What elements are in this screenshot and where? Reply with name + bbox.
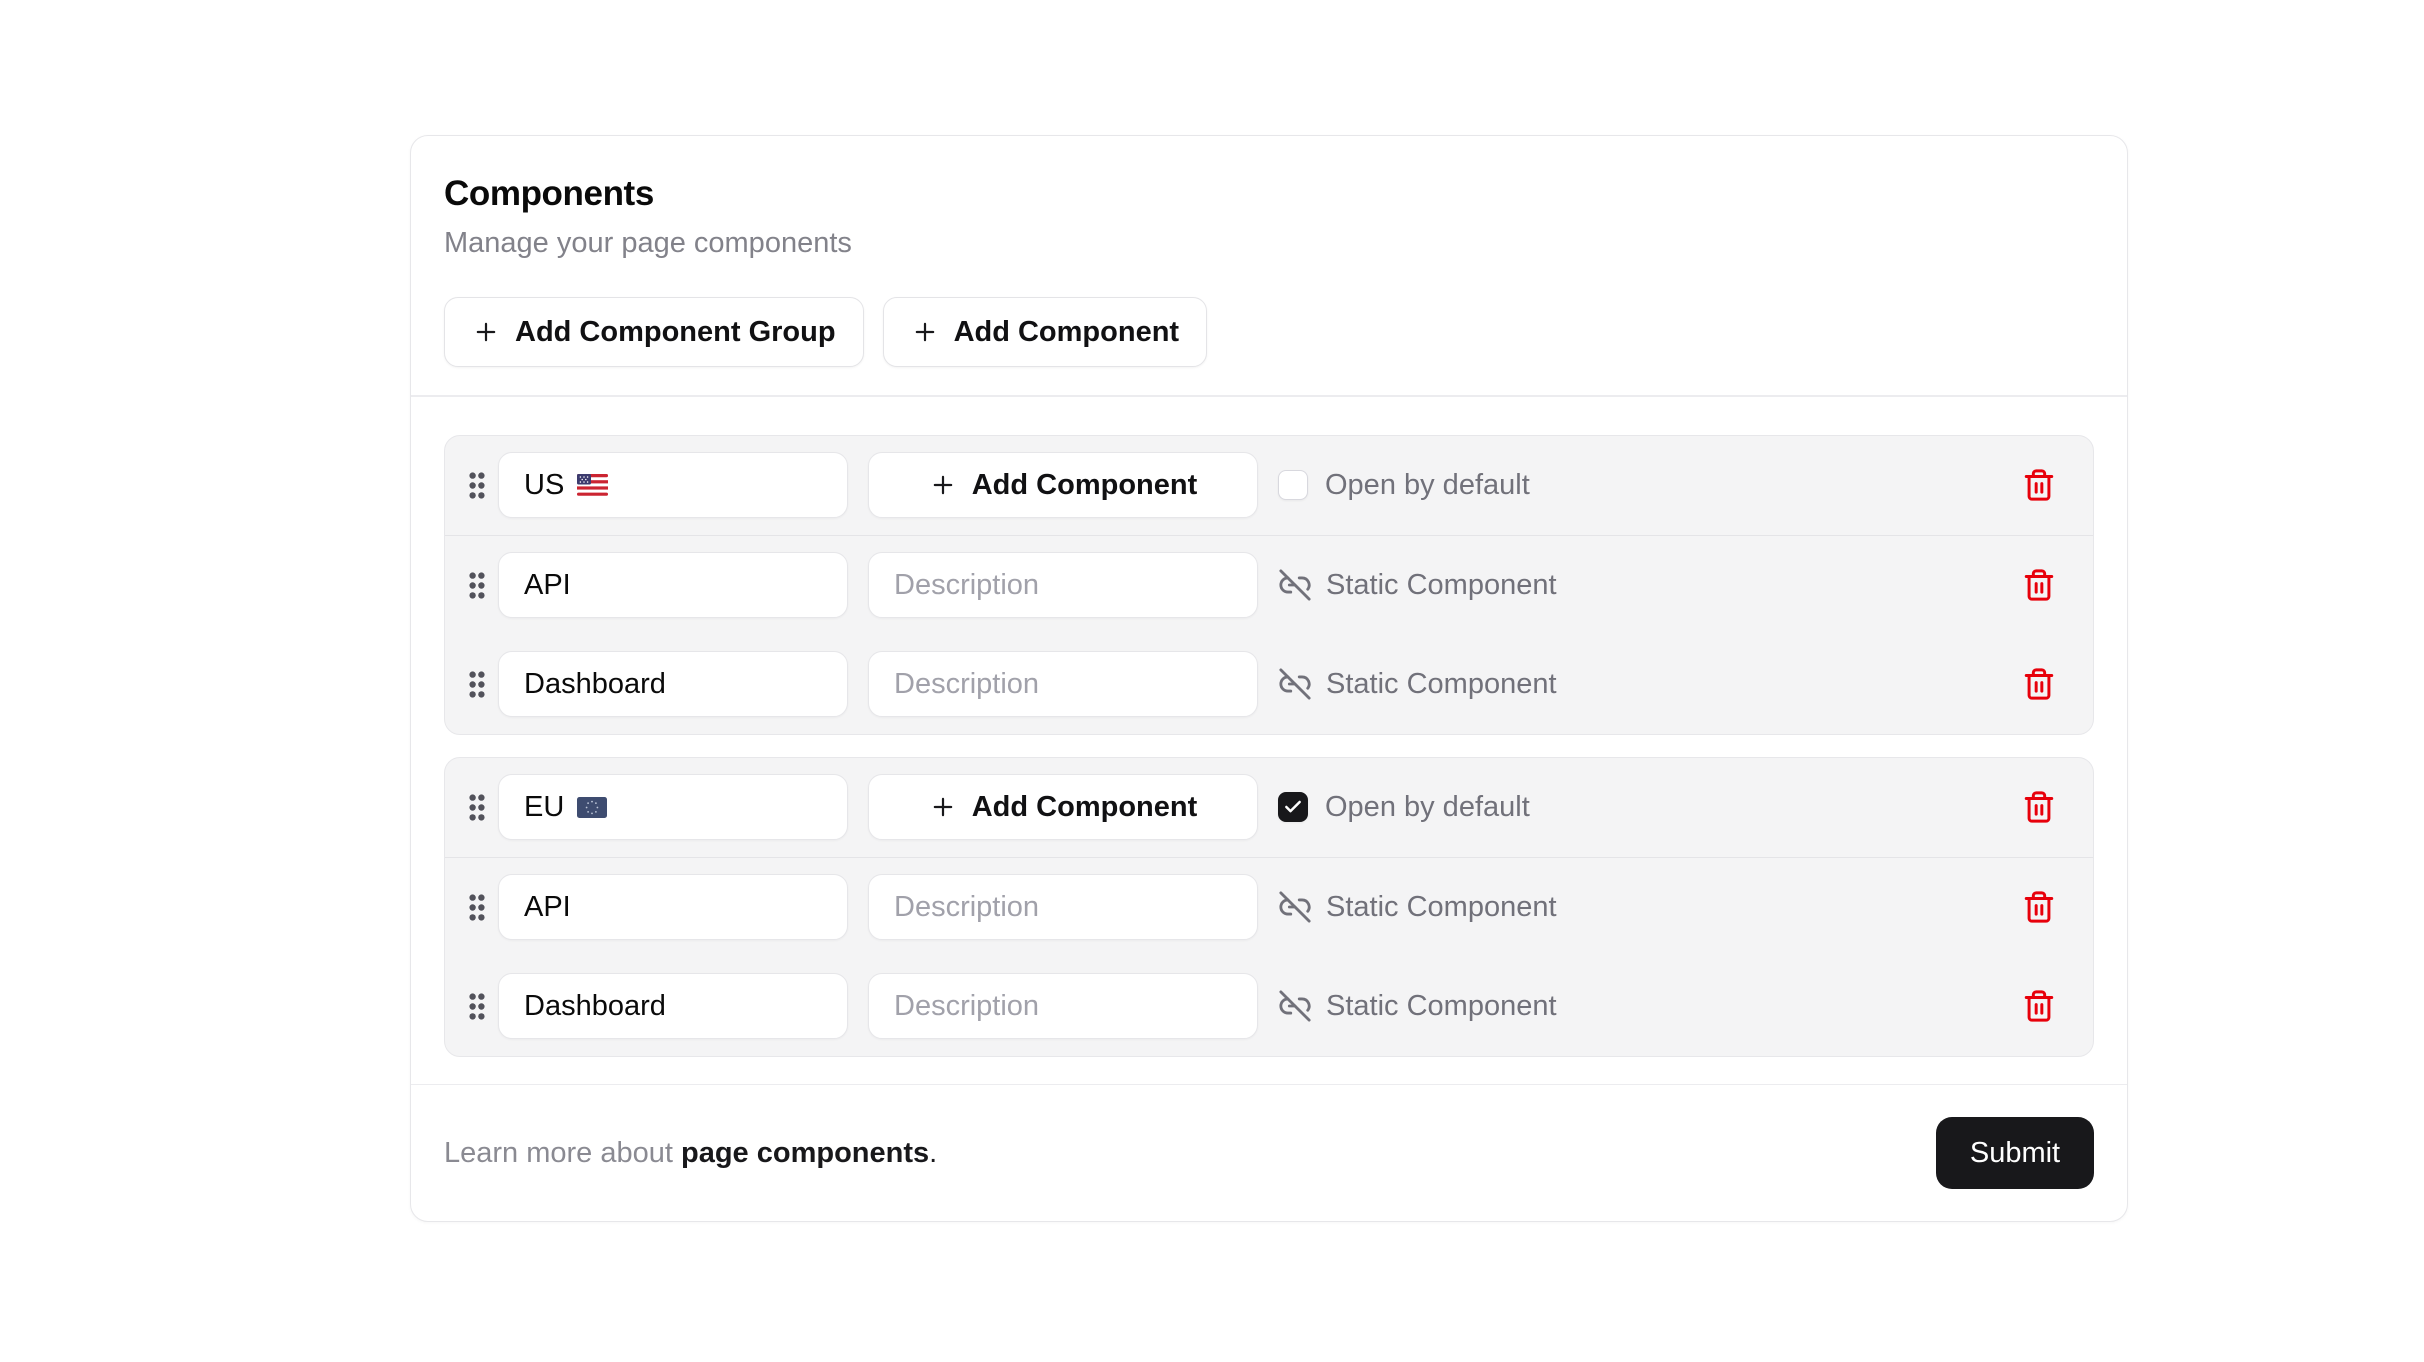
group-add-component-label: Add Component xyxy=(972,469,1198,502)
plus-icon xyxy=(929,471,957,499)
plus-icon xyxy=(911,318,939,346)
group-name-input[interactable]: US xyxy=(498,452,848,518)
card-header: Components Manage your page components A… xyxy=(411,136,2127,395)
group-add-component-label: Add Component xyxy=(972,791,1198,824)
page-subtitle: Manage your page components xyxy=(444,227,2094,260)
static-component-label: Static Component xyxy=(1326,668,1557,701)
component-row: Static Component xyxy=(445,858,2093,957)
component-description-input[interactable] xyxy=(868,651,1258,717)
static-component-field: Static Component xyxy=(1278,989,1557,1023)
drag-handle-icon[interactable] xyxy=(465,668,489,701)
link-off-icon xyxy=(1278,989,1312,1023)
add-component-button[interactable]: Add Component xyxy=(883,297,1208,367)
trash-icon xyxy=(2022,989,2056,1023)
component-description-input[interactable] xyxy=(868,973,1258,1039)
trash-icon xyxy=(2022,890,2056,924)
page-title: Components xyxy=(444,174,2094,214)
static-component-label: Static Component xyxy=(1326,990,1557,1023)
component-group-eu: EU Add Component Open by default xyxy=(444,757,2094,1057)
component-row: Static Component xyxy=(445,957,2093,1056)
learn-more-suffix: . xyxy=(929,1137,937,1169)
learn-more-prefix: Learn more about xyxy=(444,1137,681,1169)
trash-icon xyxy=(2022,790,2056,824)
link-off-icon xyxy=(1278,568,1312,602)
delete-component-button[interactable] xyxy=(2022,989,2056,1023)
plus-icon xyxy=(929,793,957,821)
group-header-row: US Add Component Open by default xyxy=(445,436,2093,536)
components-card: Components Manage your page components A… xyxy=(410,135,2128,1222)
group-add-component-button[interactable]: Add Component xyxy=(868,774,1258,840)
open-by-default-checkbox[interactable] xyxy=(1278,470,1308,500)
component-name-input[interactable] xyxy=(498,874,848,940)
delete-group-button[interactable] xyxy=(2022,790,2056,824)
open-by-default-field: Open by default xyxy=(1278,791,1530,824)
delete-component-button[interactable] xyxy=(2022,568,2056,602)
open-by-default-label: Open by default xyxy=(1325,791,1530,824)
page-components-link[interactable]: page components xyxy=(681,1137,929,1169)
trash-icon xyxy=(2022,568,2056,602)
group-add-component-button[interactable]: Add Component xyxy=(868,452,1258,518)
static-component-label: Static Component xyxy=(1326,891,1557,924)
card-footer: Learn more about page components. Submit xyxy=(411,1085,2127,1221)
group-name-value: US xyxy=(524,469,564,502)
learn-more-text: Learn more about page components. xyxy=(444,1137,937,1170)
submit-button[interactable]: Submit xyxy=(1936,1117,2094,1189)
drag-handle-icon[interactable] xyxy=(465,891,489,924)
static-component-label: Static Component xyxy=(1326,569,1557,602)
drag-handle-icon[interactable] xyxy=(465,990,489,1023)
component-row: Static Component xyxy=(445,536,2093,635)
plus-icon xyxy=(472,318,500,346)
link-off-icon xyxy=(1278,667,1312,701)
drag-handle-icon[interactable] xyxy=(465,791,489,824)
trash-icon xyxy=(2022,667,2056,701)
drag-handle-icon[interactable] xyxy=(465,469,489,502)
add-component-group-button[interactable]: Add Component Group xyxy=(444,297,864,367)
delete-component-button[interactable] xyxy=(2022,890,2056,924)
open-by-default-field: Open by default xyxy=(1278,469,1530,502)
delete-component-button[interactable] xyxy=(2022,667,2056,701)
component-description-input[interactable] xyxy=(868,552,1258,618)
add-component-group-label: Add Component Group xyxy=(515,316,836,349)
trash-icon xyxy=(2022,468,2056,502)
eu-flag-icon xyxy=(577,797,607,818)
component-description-input[interactable] xyxy=(868,874,1258,940)
static-component-field: Static Component xyxy=(1278,890,1557,924)
component-row: Static Component xyxy=(445,635,2093,734)
component-name-input[interactable] xyxy=(498,973,848,1039)
drag-handle-icon[interactable] xyxy=(465,569,489,602)
component-name-input[interactable] xyxy=(498,651,848,717)
static-component-field: Static Component xyxy=(1278,667,1557,701)
group-header-row: EU Add Component Open by default xyxy=(445,758,2093,858)
add-component-label: Add Component xyxy=(954,316,1180,349)
us-flag-icon xyxy=(577,474,608,496)
link-off-icon xyxy=(1278,890,1312,924)
open-by-default-label: Open by default xyxy=(1325,469,1530,502)
component-groups-list: US Add Component Open by default xyxy=(411,397,2127,1084)
component-name-input[interactable] xyxy=(498,552,848,618)
group-name-input[interactable]: EU xyxy=(498,774,848,840)
check-icon xyxy=(1283,797,1303,817)
component-group-us: US Add Component Open by default xyxy=(444,435,2094,735)
group-name-value: EU xyxy=(524,791,564,824)
static-component-field: Static Component xyxy=(1278,568,1557,602)
delete-group-button[interactable] xyxy=(2022,468,2056,502)
header-buttons: Add Component Group Add Component xyxy=(444,297,2094,367)
open-by-default-checkbox[interactable] xyxy=(1278,792,1308,822)
